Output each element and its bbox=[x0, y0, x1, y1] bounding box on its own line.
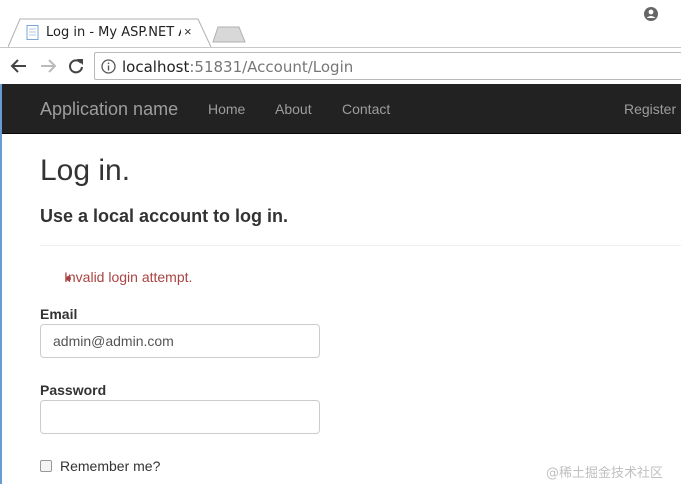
nav-link-register[interactable]: Register bbox=[624, 101, 676, 117]
new-tab-button[interactable] bbox=[212, 26, 246, 43]
nav-link-contact[interactable]: Contact bbox=[342, 101, 390, 117]
password-label: Password bbox=[40, 382, 107, 398]
nav-link-home[interactable]: Home bbox=[208, 101, 245, 117]
back-arrow-icon[interactable] bbox=[9, 56, 29, 76]
email-label: Email bbox=[40, 306, 78, 322]
validation-error: Invalid login attempt. bbox=[64, 269, 192, 285]
navbar-brand[interactable]: Application name bbox=[40, 99, 178, 120]
divider bbox=[40, 245, 681, 246]
page-subtitle: Use a local account to log in. bbox=[40, 206, 289, 226]
password-field[interactable] bbox=[40, 400, 320, 434]
watermark: @稀土掘金技术社区 bbox=[546, 466, 664, 481]
url-text[interactable]: localhost:51831/Account/Login bbox=[122, 58, 353, 76]
url-path: :51831/Account/Login bbox=[189, 58, 354, 76]
browser-toolbar: localhost:51831/Account/Login bbox=[0, 47, 681, 84]
info-icon[interactable] bbox=[101, 59, 116, 74]
nav-link-about[interactable]: About bbox=[275, 101, 312, 117]
browser-chrome: Log in - My ASP.NET A × localhost:51831/… bbox=[0, 0, 681, 84]
page-favicon-icon bbox=[26, 25, 39, 40]
web-page: Application name Home About Contact Regi… bbox=[0, 84, 681, 484]
tab-close-icon[interactable]: × bbox=[184, 24, 192, 39]
validation-error-text: Invalid login attempt. bbox=[64, 269, 193, 285]
email-field[interactable] bbox=[40, 324, 320, 358]
page-title: Log in. bbox=[40, 154, 131, 187]
reload-icon[interactable] bbox=[66, 56, 86, 76]
remember-me-checkbox[interactable] bbox=[40, 460, 52, 472]
profile-icon[interactable] bbox=[643, 6, 659, 22]
forward-arrow-icon[interactable] bbox=[38, 56, 58, 76]
address-bar[interactable]: localhost:51831/Account/Login bbox=[94, 52, 681, 80]
url-host: localhost bbox=[122, 58, 190, 76]
tab-title: Log in - My ASP.NET A bbox=[46, 25, 181, 40]
site-navbar: Application name Home About Contact Regi… bbox=[2, 84, 681, 134]
browser-tab[interactable]: Log in - My ASP.NET A × bbox=[8, 18, 212, 48]
remember-me-label[interactable]: Remember me? bbox=[60, 458, 160, 474]
